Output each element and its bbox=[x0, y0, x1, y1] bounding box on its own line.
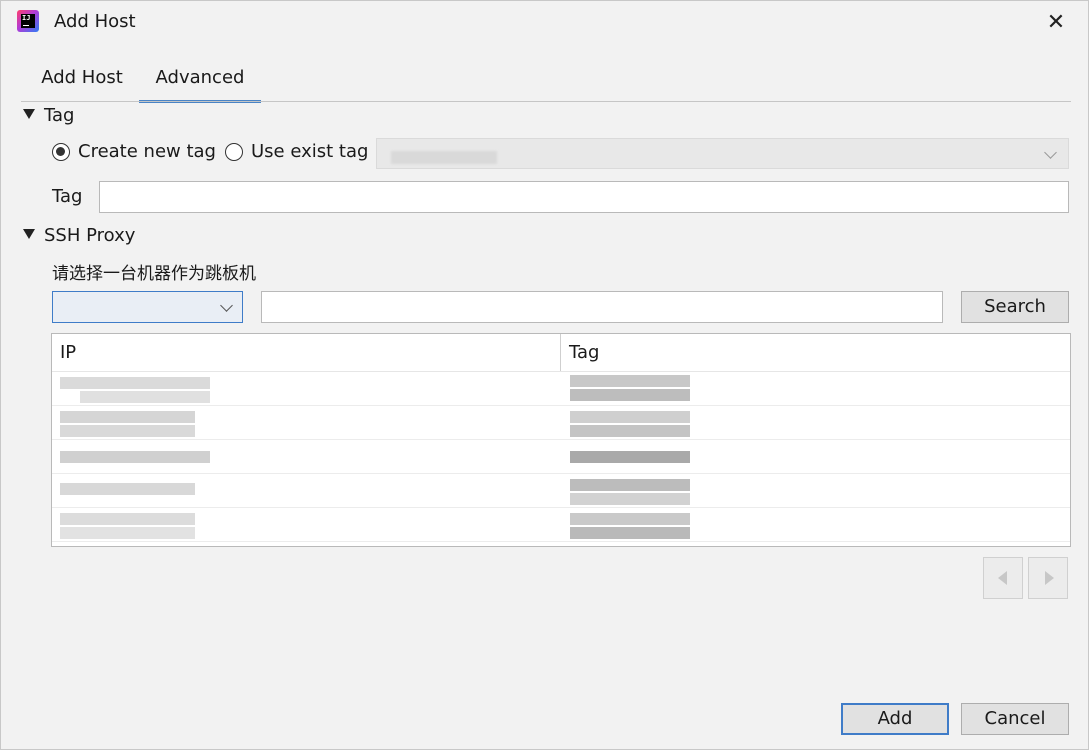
arrow-right-icon bbox=[1045, 571, 1054, 585]
chevron-down-icon bbox=[1044, 146, 1057, 159]
intellij-logo-icon: IJ bbox=[17, 10, 39, 32]
add-host-dialog: IJ Add Host ✕ Add Host Advanced Tag Crea… bbox=[0, 0, 1089, 750]
next-page-button[interactable] bbox=[1028, 557, 1068, 599]
tab-divider bbox=[21, 101, 1071, 102]
title-bar: IJ Add Host ✕ bbox=[1, 1, 1088, 45]
filter-select[interactable] bbox=[52, 291, 243, 323]
search-button[interactable]: Search bbox=[961, 291, 1069, 323]
previous-page-button[interactable] bbox=[983, 557, 1023, 599]
column-header-tag[interactable]: Tag bbox=[560, 334, 599, 371]
hosts-table: IP Tag bbox=[51, 333, 1071, 547]
create-new-tag-label[interactable]: Create new tag bbox=[78, 141, 216, 162]
collapse-triangle-icon bbox=[23, 229, 35, 239]
table-row[interactable] bbox=[52, 473, 1070, 508]
column-header-ip[interactable]: IP bbox=[52, 334, 76, 371]
tab-advanced[interactable]: Advanced bbox=[139, 61, 261, 103]
ip-cell bbox=[60, 371, 260, 405]
tag-section-toggle[interactable]: Tag bbox=[23, 105, 74, 126]
use-exist-tag-radio[interactable] bbox=[225, 143, 243, 161]
tag-cell bbox=[570, 371, 700, 405]
table-row[interactable] bbox=[52, 439, 1070, 474]
tag-cell bbox=[570, 439, 700, 473]
redacted-value bbox=[391, 151, 497, 164]
tag-section-heading: Tag bbox=[44, 105, 75, 126]
table-row[interactable] bbox=[52, 371, 1070, 406]
arrow-left-icon bbox=[998, 571, 1007, 585]
table-row[interactable] bbox=[52, 405, 1070, 440]
window-title: Add Host bbox=[54, 11, 136, 32]
ip-cell bbox=[60, 405, 260, 439]
table-header: IP Tag bbox=[52, 334, 1070, 372]
table-row[interactable] bbox=[52, 507, 1070, 542]
ssh-proxy-section-toggle[interactable]: SSH Proxy bbox=[23, 225, 135, 246]
tag-field-label: Tag bbox=[52, 186, 83, 207]
close-icon[interactable]: ✕ bbox=[1042, 9, 1070, 37]
tag-cell bbox=[570, 473, 700, 507]
ssh-proxy-heading: SSH Proxy bbox=[44, 225, 136, 246]
exist-tag-select bbox=[376, 138, 1069, 169]
collapse-triangle-icon bbox=[23, 109, 35, 119]
ip-cell bbox=[60, 439, 260, 473]
use-exist-tag-label[interactable]: Use exist tag bbox=[251, 141, 368, 162]
chevron-down-icon bbox=[220, 299, 233, 312]
tag-input[interactable] bbox=[99, 181, 1069, 213]
cancel-button[interactable]: Cancel bbox=[961, 703, 1069, 735]
tag-cell bbox=[570, 507, 700, 541]
add-button[interactable]: Add bbox=[841, 703, 949, 735]
search-input[interactable] bbox=[261, 291, 943, 323]
ip-cell bbox=[60, 473, 260, 507]
create-new-tag-radio[interactable] bbox=[52, 143, 70, 161]
tab-add-host[interactable]: Add Host bbox=[39, 61, 125, 101]
tag-cell bbox=[570, 405, 700, 439]
app-icon-text: IJ bbox=[21, 14, 35, 28]
jump-host-instruction: 请选择一台机器作为跳板机 bbox=[52, 264, 256, 284]
ip-cell bbox=[60, 507, 260, 541]
